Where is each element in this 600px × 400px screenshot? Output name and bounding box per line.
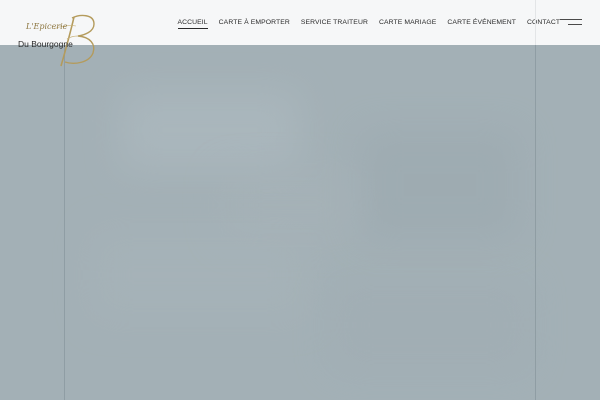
- nav-item-service-traiteur[interactable]: SERVICE TRAITEUR: [295, 19, 373, 26]
- hamburger-icon[interactable]: [554, 16, 582, 28]
- header-divider: [535, 0, 536, 45]
- hero-guide-line-right: [535, 45, 536, 400]
- page: ACCUEIL CARTE À EMPORTER SERVICE TRAITEU…: [0, 0, 600, 400]
- hero-guide-line-left: [64, 45, 65, 400]
- logo-text-line1: L'Epicerie: [26, 22, 68, 31]
- main-nav: ACCUEIL CARTE À EMPORTER SERVICE TRAITEU…: [172, 0, 566, 45]
- site-logo[interactable]: L'Epicerie Du Bourgogne: [14, 12, 104, 70]
- logo-text-line2: Du Bourgogne: [18, 39, 73, 49]
- nav-item-carte-evenement[interactable]: CARTE ÉVÉNEMENT: [442, 19, 522, 26]
- nav-item-accueil[interactable]: ACCUEIL: [172, 19, 213, 29]
- nav-item-carte-mariage[interactable]: CARTE MARIAGE: [373, 19, 441, 26]
- nav-item-carte-a-emporter[interactable]: CARTE À EMPORTER: [213, 19, 295, 26]
